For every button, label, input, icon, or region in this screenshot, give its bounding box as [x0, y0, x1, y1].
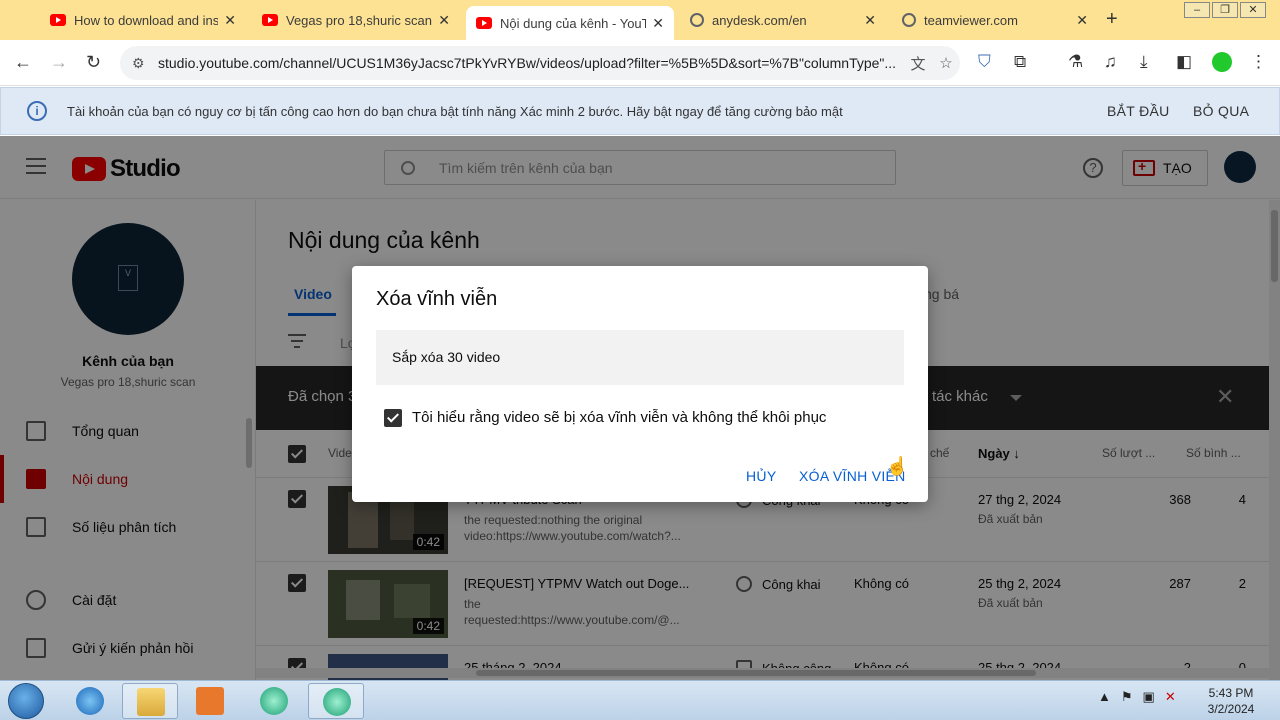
youtube-icon — [262, 14, 278, 26]
url-text[interactable]: studio.youtube.com/channel/UCUS1M36yJacs… — [158, 55, 904, 71]
tab-title: How to download and ins — [74, 12, 219, 28]
labs-flask-icon[interactable]: ⚗ — [1068, 52, 1083, 72]
browser-app-icon — [323, 688, 351, 716]
media-player-icon — [196, 687, 224, 715]
taskbar-chrome-active[interactable] — [308, 683, 364, 719]
bookmark-star-icon[interactable]: ☆ — [932, 54, 960, 72]
browser-tab-active[interactable]: Nội dung của kênh - YouT ✕ — [466, 6, 674, 40]
minimize-icon[interactable]: – — [1184, 2, 1210, 18]
menu-kebab-icon[interactable]: ⋮ — [1250, 52, 1267, 72]
close-icon[interactable]: ✕ — [864, 12, 876, 29]
tab-title: Vegas pro 18,shuric scan — [286, 12, 432, 28]
internet-explorer-icon — [76, 687, 104, 715]
youtube-icon — [50, 14, 66, 26]
acknowledge-checkbox[interactable] — [384, 409, 402, 427]
browser-tab[interactable]: Vegas pro 18,shuric scan ✕ — [252, 4, 460, 36]
security-banner: i Tài khoản của bạn có nguy cơ bị tấn cô… — [0, 87, 1280, 135]
close-icon[interactable]: ✕ — [224, 12, 236, 29]
close-icon[interactable]: ✕ — [652, 15, 664, 32]
start-button[interactable] — [8, 683, 44, 719]
media-control-icon[interactable]: ♫ — [1104, 52, 1117, 72]
tab-title: Nội dung của kênh - YouT — [500, 15, 647, 31]
system-tray: ▲ ⚑ ▣ ✕ — [1098, 689, 1176, 705]
close-icon[interactable]: ✕ — [438, 12, 450, 29]
cancel-button[interactable]: HỦY — [746, 468, 776, 484]
banner-text: Tài khoản của bạn có nguy cơ bị tấn công… — [67, 103, 843, 119]
dialog-title: Xóa vĩnh viễn — [376, 288, 498, 310]
side-panel-icon[interactable]: ◧ — [1176, 52, 1192, 72]
browser-tab[interactable]: How to download and ins ✕ — [40, 4, 246, 36]
hand-cursor-icon: ☝ — [886, 456, 909, 476]
taskbar-media-player[interactable] — [182, 683, 238, 719]
globe-icon — [902, 13, 916, 27]
new-tab-button[interactable]: + — [1106, 8, 1118, 31]
close-window-icon[interactable]: ✕ — [1240, 2, 1266, 18]
forward-icon[interactable]: → — [50, 52, 68, 73]
delete-summary: Sắp xóa 30 video — [376, 330, 904, 385]
translate-icon[interactable]: 文 — [904, 53, 932, 74]
acknowledge-label[interactable]: Tôi hiểu rằng video sẽ bị xóa vĩnh viễn … — [412, 409, 826, 426]
site-info-icon[interactable]: ⚙ — [132, 55, 148, 72]
taskbar-internet-explorer[interactable] — [62, 683, 118, 719]
clock-date: 3/2/2024 — [1207, 702, 1255, 716]
network-icon[interactable]: ▣ — [1143, 689, 1155, 705]
taskbar-chrome[interactable] — [246, 683, 302, 719]
taskbar: ▲ ⚑ ▣ ✕ 5:43 PM 3/2/2024 — [0, 680, 1280, 720]
shield-extension-icon[interactable]: ⛉ — [978, 52, 991, 72]
show-hidden-icons-icon[interactable]: ▲ — [1098, 689, 1111, 705]
clock-time: 5:43 PM — [1208, 686, 1254, 700]
volume-muted-icon[interactable]: ✕ — [1165, 689, 1176, 705]
restore-icon[interactable]: ❐ — [1212, 2, 1238, 18]
system-clock[interactable]: 5:43 PM 3/2/2024 — [1196, 685, 1266, 717]
browser-app-icon — [260, 687, 288, 715]
info-icon: i — [27, 101, 47, 121]
extensions-icon[interactable]: ⧉ — [1014, 52, 1026, 72]
browser-tab[interactable]: anydesk.com/en ✕ — [680, 4, 886, 36]
back-icon[interactable]: ← — [14, 52, 32, 73]
download-icon[interactable]: ⤓ — [1140, 52, 1148, 72]
youtube-icon — [476, 17, 492, 29]
profile-avatar[interactable] — [1212, 52, 1232, 72]
taskbar-file-explorer[interactable] — [122, 683, 178, 719]
action-center-flag-icon[interactable]: ⚑ — [1121, 689, 1133, 705]
folder-icon — [137, 688, 165, 716]
tab-title: anydesk.com/en — [712, 12, 807, 28]
banner-start-button[interactable]: BẮT ĐẦU — [1107, 103, 1170, 119]
tab-title: teamviewer.com — [924, 12, 1018, 28]
browser-toolbar: ← → ↻ ⚙ studio.youtube.com/channel/UCUS1… — [0, 40, 1280, 86]
reload-icon[interactable]: ↻ — [86, 52, 101, 73]
window-controls: – ❐ ✕ — [1182, 2, 1266, 18]
address-bar[interactable]: ⚙ studio.youtube.com/channel/UCUS1M36yJa… — [120, 46, 960, 80]
globe-icon — [690, 13, 704, 27]
browser-tab[interactable]: teamviewer.com ✕ — [892, 4, 1098, 36]
banner-skip-button[interactable]: BỎ QUA — [1193, 103, 1249, 119]
browser-tab-strip: How to download and ins ✕ Vegas pro 18,s… — [0, 0, 1280, 40]
close-icon[interactable]: ✕ — [1076, 12, 1088, 29]
delete-forever-dialog: Xóa vĩnh viễn Sắp xóa 30 video Tôi hiểu … — [352, 266, 928, 502]
